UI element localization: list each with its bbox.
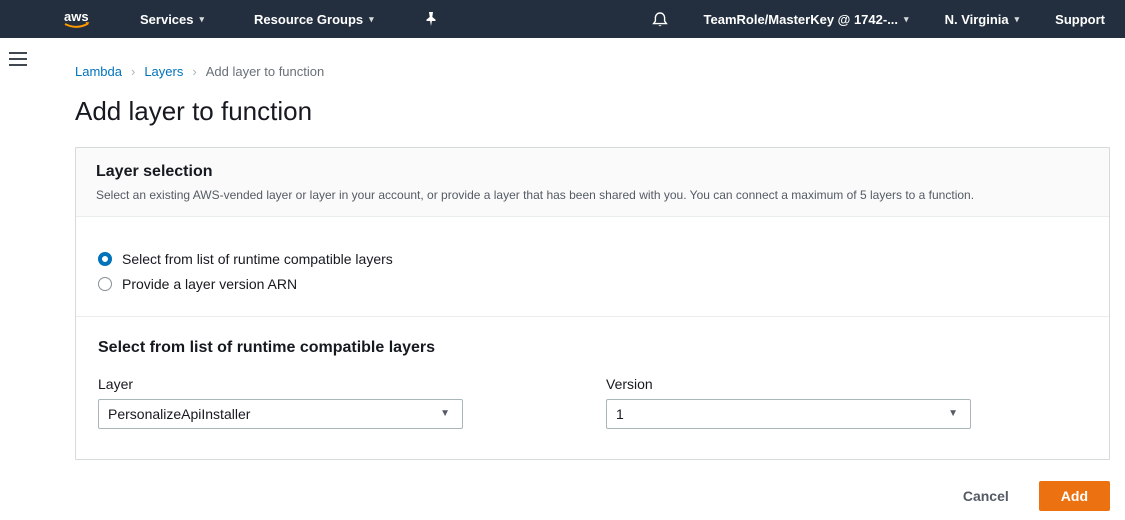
breadcrumb-lambda-link[interactable]: Lambda: [75, 64, 122, 79]
add-button[interactable]: Add: [1039, 481, 1110, 511]
main-content: Lambda › Layers › Add layer to function …: [36, 38, 1125, 520]
section-title: Select from list of runtime compatible l…: [98, 339, 1087, 357]
nav-services-menu[interactable]: Services ▾: [134, 0, 210, 38]
pin-icon[interactable]: [418, 0, 444, 38]
breadcrumb-separator-icon: ›: [131, 64, 135, 79]
aws-logo-icon: aws: [58, 7, 96, 31]
radio-unselected-icon[interactable]: [98, 277, 112, 291]
radio-runtime-compatible-layers[interactable]: Select from list of runtime compatible l…: [98, 251, 1087, 267]
card-title: Layer selection: [96, 163, 1089, 181]
layer-field: Layer PersonalizeApiInstaller ▼: [98, 376, 463, 429]
nav-region-menu[interactable]: N. Virginia ▾: [939, 0, 1026, 38]
aws-logo[interactable]: aws: [58, 7, 96, 31]
breadcrumb-separator-icon: ›: [192, 64, 196, 79]
radio-layer-version-arn[interactable]: Provide a layer version ARN: [98, 276, 1087, 292]
chevron-down-icon: ▼: [948, 409, 958, 419]
radio-label: Provide a layer version ARN: [122, 276, 297, 292]
notifications-bell-icon[interactable]: [646, 0, 674, 38]
top-navigation-bar: aws Services ▾ Resource Groups ▾ T: [0, 0, 1125, 38]
chevron-down-icon: ▾: [1015, 15, 1020, 24]
card-description: Select an existing AWS-vended layer or l…: [96, 188, 1089, 202]
layer-source-radio-group: Select from list of runtime compatible l…: [76, 217, 1109, 292]
cancel-button[interactable]: Cancel: [963, 488, 1009, 504]
nav-region-label: N. Virginia: [945, 12, 1009, 27]
hamburger-menu-icon[interactable]: [9, 52, 27, 66]
nav-resource-groups-menu[interactable]: Resource Groups ▾: [248, 0, 380, 38]
nav-support-label: Support: [1055, 12, 1105, 27]
breadcrumb-layers-link[interactable]: Layers: [144, 64, 183, 79]
layer-select-value: PersonalizeApiInstaller: [108, 406, 250, 422]
footer-actions: Cancel Add: [75, 481, 1110, 511]
breadcrumb-current-page: Add layer to function: [206, 64, 325, 79]
runtime-compatible-layers-section: Select from list of runtime compatible l…: [76, 317, 1109, 459]
layer-selection-card: Layer selection Select an existing AWS-v…: [75, 147, 1110, 460]
nav-account-label: TeamRole/MasterKey @ 1742-...: [704, 12, 899, 27]
fields-row: Layer PersonalizeApiInstaller ▼ Version …: [98, 376, 1087, 429]
layer-select[interactable]: PersonalizeApiInstaller ▼: [98, 399, 463, 429]
nav-resource-groups-label: Resource Groups: [254, 12, 363, 27]
chevron-down-icon: ▼: [440, 409, 450, 419]
card-header: Layer selection Select an existing AWS-v…: [76, 148, 1109, 217]
layer-field-label: Layer: [98, 376, 463, 392]
nav-right-group: TeamRole/MasterKey @ 1742-... ▾ N. Virgi…: [622, 0, 1125, 38]
version-select-value: 1: [616, 406, 624, 422]
radio-selected-icon[interactable]: [98, 252, 112, 266]
version-field-label: Version: [606, 376, 971, 392]
svg-text:aws: aws: [64, 9, 89, 24]
left-sidebar: [0, 38, 36, 520]
chevron-down-icon: ▾: [369, 15, 374, 24]
nav-account-menu[interactable]: TeamRole/MasterKey @ 1742-... ▾: [698, 0, 915, 38]
page-title: Add layer to function: [75, 96, 1110, 127]
breadcrumb: Lambda › Layers › Add layer to function: [75, 64, 1110, 79]
nav-services-label: Services: [140, 12, 194, 27]
version-select[interactable]: 1 ▼: [606, 399, 971, 429]
nav-support-menu[interactable]: Support: [1049, 0, 1111, 38]
version-field: Version 1 ▼: [606, 376, 971, 429]
chevron-down-icon: ▾: [200, 15, 205, 24]
radio-label: Select from list of runtime compatible l…: [122, 251, 393, 267]
nav-left-group: aws Services ▾ Resource Groups ▾: [0, 0, 444, 38]
chevron-down-icon: ▾: [904, 15, 909, 24]
